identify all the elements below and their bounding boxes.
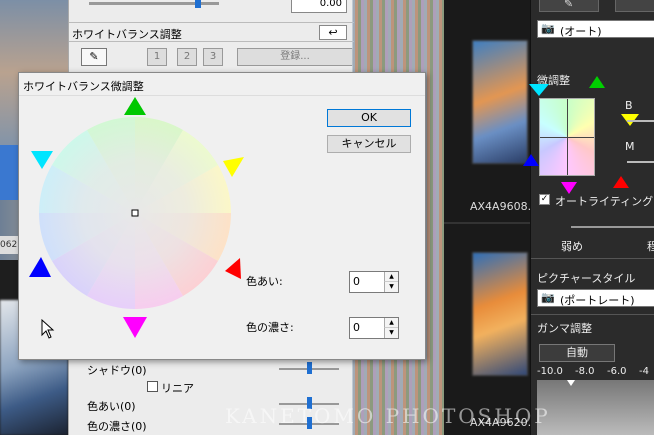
eyedropper-button[interactable]: ✎ xyxy=(81,48,107,66)
color-wheel[interactable] xyxy=(29,95,261,357)
mini-green-marker-icon xyxy=(589,76,605,88)
thumbnail-divider xyxy=(444,222,530,224)
saturation-down-arrow-icon[interactable]: ▼ xyxy=(384,328,398,338)
m-label: M xyxy=(625,140,635,153)
linear-label: リニア xyxy=(161,382,194,395)
b-label: B xyxy=(625,99,633,112)
right-divider-1 xyxy=(531,258,654,259)
strong-label: 程 xyxy=(647,240,654,253)
shadow-slider-thumb[interactable] xyxy=(307,362,312,374)
m-slider-track[interactable] xyxy=(627,161,654,163)
preset-button-1[interactable]: 1 xyxy=(147,48,167,66)
thumbnail-2[interactable] xyxy=(472,252,528,376)
undo-button[interactable]: ↩ xyxy=(319,25,347,40)
thumbnail-1[interactable] xyxy=(472,40,528,164)
mini-blue-marker-icon xyxy=(523,154,539,166)
saturation-spinbox[interactable]: 0 ▲ ▼ xyxy=(349,317,399,339)
shadow-label: シャドウ(0) xyxy=(87,364,147,377)
ok-button[interactable]: OK xyxy=(327,109,411,127)
wb-mode-select[interactable]: 📷 (オート) xyxy=(537,20,654,38)
gamma-auto-button[interactable]: 自動 xyxy=(539,344,615,362)
thumbnail-1-label: AX4A9608. xyxy=(470,200,532,213)
top-slider-thumb[interactable] xyxy=(195,0,201,8)
gamma-scale-3: -6.0 xyxy=(607,366,627,377)
saturation-label: 色の濃さ: xyxy=(246,321,294,334)
eyedropper-icon-right: ✎ xyxy=(564,0,574,10)
mini-cyan-marker-icon xyxy=(529,84,549,96)
wb-section-header: ホワイトバランス調整 ↩ xyxy=(69,22,354,42)
gamma-scale-2: -8.0 xyxy=(575,366,595,377)
preset-button-2[interactable]: 2 xyxy=(177,48,197,66)
auto-lighting-slider-track[interactable] xyxy=(571,226,654,228)
gamma-curve-area[interactable] xyxy=(537,380,654,435)
eyedropper-button-right[interactable]: ✎ xyxy=(539,0,599,12)
gamma-handle-icon[interactable] xyxy=(567,380,575,386)
undo-icon: ↩ xyxy=(328,26,338,39)
fine-adjust-mini-grid[interactable] xyxy=(539,98,595,176)
register-button[interactable]: 登録... xyxy=(237,48,353,66)
hue-down-arrow-icon[interactable]: ▼ xyxy=(384,282,398,292)
value-field[interactable]: 0.00 xyxy=(291,0,347,13)
cancel-button[interactable]: キャンセル xyxy=(327,135,411,153)
yellow-marker-icon xyxy=(223,157,244,177)
weak-label: 弱め xyxy=(561,240,583,253)
hue-spinbox[interactable]: 0 ▲ ▼ xyxy=(349,271,399,293)
picture-style-select[interactable]: 📷 (ポートレート) xyxy=(537,289,654,307)
wb-fine-adjust-dialog: ホワイトバランス微調整 OK キャンセル 色あい: 0 ▲ ▼ 色の濃さ: 0 … xyxy=(18,72,426,360)
saturation-up-arrow-icon[interactable]: ▲ xyxy=(384,318,398,328)
gamma-scale-1: -10.0 xyxy=(537,366,563,377)
eyedropper-icon: ✎ xyxy=(89,50,99,63)
hue-label: 色あい: xyxy=(246,275,283,288)
picture-style-value: (ポートレート) xyxy=(560,294,635,307)
b-slider-track[interactable] xyxy=(627,120,654,122)
mouse-cursor-icon xyxy=(41,319,55,339)
wheel-center-point[interactable] xyxy=(131,209,139,217)
camera-icon-2: 📷 xyxy=(541,291,555,304)
hue-up-arrow-icon[interactable]: ▲ xyxy=(384,272,398,282)
hue-value: 0 xyxy=(353,275,360,288)
linear-checkbox[interactable] xyxy=(147,381,158,392)
cyan-marker-icon xyxy=(31,151,53,169)
auto-lighting-label: オートライティングオプ xyxy=(555,195,654,208)
hue-label-bg: 色あい(0) xyxy=(87,400,136,413)
dialog-title: ホワイトバランス微調整 xyxy=(23,80,144,93)
right-divider-2 xyxy=(531,314,654,315)
camera-icon: 📷 xyxy=(541,22,555,35)
red-marker-icon xyxy=(225,258,241,279)
saturation-label-bg: 色の濃さ(0) xyxy=(87,420,147,433)
wb-section-title: ホワイトバランス調整 xyxy=(72,28,182,41)
right-tool-panel: ✎ 📷 (オート) 微調整 B M ✓ オートライティングオプ 弱め 程 ピクチ… xyxy=(523,0,654,435)
wb-mode-value: (オート) xyxy=(560,25,602,38)
green-marker-icon xyxy=(124,97,146,115)
picture-style-label: ピクチャースタイル xyxy=(537,272,636,285)
mini-grid-h-axis xyxy=(540,137,594,138)
gamma-label: ガンマ調整 xyxy=(537,322,592,335)
watermark-text: KANETOMO PHOTOSHOP xyxy=(225,404,551,428)
magenta-marker-icon xyxy=(123,317,147,338)
top-right-button[interactable] xyxy=(615,0,654,12)
auto-lighting-checkbox[interactable]: ✓ xyxy=(539,194,550,205)
mini-red-marker-icon xyxy=(613,176,629,188)
preset-button-3[interactable]: 3 xyxy=(203,48,223,66)
blue-marker-icon xyxy=(29,257,51,277)
gamma-scale-4: -4 xyxy=(639,366,649,377)
saturation-value: 0 xyxy=(353,321,360,334)
left-file-label: 062 xyxy=(0,236,18,254)
